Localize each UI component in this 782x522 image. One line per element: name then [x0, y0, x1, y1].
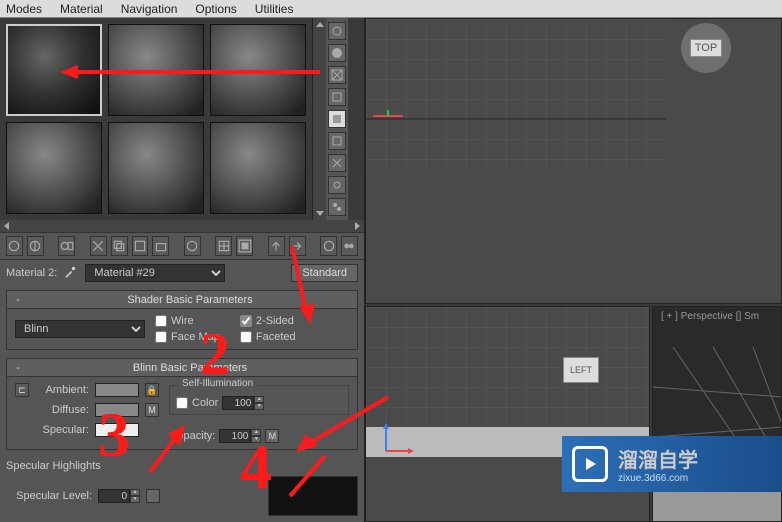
specular-highlights-title: Specular Highlights	[6, 460, 358, 472]
make-copy-icon[interactable]	[111, 236, 128, 256]
material-editor-panel: Material 2: Material #29 Standard - Shad…	[0, 18, 365, 522]
show-end-result-icon[interactable]	[236, 236, 253, 256]
diffuse-map-button[interactable]: M	[145, 403, 159, 417]
rollout-title: Shader Basic Parameters	[29, 294, 351, 306]
show-map-icon[interactable]	[215, 236, 232, 256]
menu-material[interactable]: Material	[60, 2, 103, 16]
self-illum-color-checkbox[interactable]: Color	[176, 397, 218, 409]
viewcube-left[interactable]: LEFT	[563, 357, 599, 383]
sample-slots	[0, 18, 312, 220]
material-map-browser-icon[interactable]	[341, 236, 358, 256]
faceted-checkbox[interactable]: Faceted	[240, 331, 296, 343]
menu-navigation[interactable]: Navigation	[121, 2, 178, 16]
material-name-row: Material 2: Material #29 Standard	[0, 260, 364, 286]
make-unique-icon[interactable]	[132, 236, 149, 256]
shader-basic-rollout: - Shader Basic Parameters Blinn Wire Fac…	[6, 290, 358, 350]
pick-material-icon[interactable]	[320, 236, 337, 256]
shader-type-dropdown[interactable]: Blinn	[15, 320, 145, 338]
specular-level-map-button[interactable]	[146, 489, 160, 503]
sample-vscroll[interactable]	[312, 18, 326, 220]
viewcube-top[interactable]: TOP	[681, 23, 731, 73]
rollout-header-blinn[interactable]: - Blinn Basic Parameters	[7, 359, 357, 377]
menu-utilities[interactable]: Utilities	[255, 2, 294, 16]
rollout-header-shader[interactable]: - Shader Basic Parameters	[7, 291, 357, 309]
sample-slot-4[interactable]	[6, 122, 102, 214]
material-slot-label: Material 2:	[6, 267, 57, 279]
sample-hscroll[interactable]	[0, 220, 364, 232]
sample-slot-1[interactable]	[6, 24, 102, 116]
go-to-parent-icon[interactable]	[268, 236, 285, 256]
opacity-spinner[interactable]: ▲▼	[219, 429, 261, 443]
opacity-label: Opacity:	[175, 430, 215, 442]
video-color-icon[interactable]	[328, 110, 346, 128]
self-illumination-group: Self-Illumination Color ▲▼	[169, 385, 349, 415]
specular-level-label: Specular Level:	[6, 490, 92, 502]
lock-icon[interactable]: 🔒	[145, 383, 159, 397]
rollout-title: Blinn Basic Parameters	[29, 362, 351, 374]
grid-icon	[366, 19, 666, 169]
backlight-icon[interactable]	[328, 44, 346, 62]
scroll-right-icon[interactable]	[355, 222, 360, 230]
sample-slot-3[interactable]	[210, 24, 306, 116]
collapse-icon[interactable]: -	[13, 294, 23, 306]
specular-highlights-group: Specular Highlights Specular Level: ▲▼	[6, 460, 358, 516]
menu-options[interactable]: Options	[195, 2, 236, 16]
material-id-icon[interactable]	[184, 236, 201, 256]
menu-bar[interactable]: Modes Material Navigation Options Utilit…	[0, 0, 782, 18]
material-map-nav-icon[interactable]	[328, 198, 346, 216]
self-illum-title: Self-Illumination	[178, 378, 257, 389]
self-illum-spinner[interactable]: ▲▼	[222, 396, 264, 410]
wire-checkbox[interactable]: Wire	[155, 315, 220, 327]
put-to-scene-icon[interactable]	[27, 236, 44, 256]
scroll-down-icon[interactable]	[316, 211, 324, 216]
diffuse-label: Diffuse:	[35, 404, 89, 416]
brand-url: zixue.3d66.com	[618, 473, 698, 484]
lock-ambient-diffuse-icon[interactable]: ⊏	[15, 383, 29, 397]
sample-slot-6[interactable]	[210, 122, 306, 214]
ambient-label: Ambient:	[35, 384, 89, 396]
ambient-swatch[interactable]	[95, 383, 139, 397]
brand-chinese: 溜溜自学	[618, 444, 698, 473]
collapse-icon[interactable]: -	[13, 362, 23, 374]
menu-modes[interactable]: Modes	[6, 2, 42, 16]
eyedropper-icon[interactable]	[63, 265, 79, 281]
select-by-material-icon[interactable]	[328, 176, 346, 194]
go-forward-icon[interactable]	[289, 236, 306, 256]
put-to-library-icon[interactable]	[152, 236, 169, 256]
two-sided-checkbox[interactable]: 2-Sided	[240, 315, 296, 327]
scroll-up-icon[interactable]	[316, 22, 324, 27]
specular-swatch[interactable]	[95, 423, 139, 437]
specular-level-spinner[interactable]: ▲▼	[98, 489, 140, 503]
background-icon[interactable]	[328, 66, 346, 84]
branding-overlay: 溜溜自学 zixue.3d66.com	[562, 436, 782, 492]
sample-uv-icon[interactable]	[328, 88, 346, 106]
axis-gizmo-icon	[376, 421, 416, 461]
options-icon[interactable]	[328, 154, 346, 172]
sample-slot-2[interactable]	[108, 24, 204, 116]
face-map-checkbox[interactable]: Face Map	[155, 331, 220, 343]
opacity-map-button[interactable]: M	[265, 429, 279, 443]
blinn-basic-rollout: - Blinn Basic Parameters ⊏ Ambient: 🔒 Di…	[6, 358, 358, 450]
get-material-icon[interactable]	[6, 236, 23, 256]
sample-slot-5[interactable]	[108, 122, 204, 214]
highlight-curve	[268, 476, 358, 516]
sample-type-icon[interactable]	[328, 22, 346, 40]
material-name-dropdown[interactable]: Material #29	[85, 264, 225, 282]
viewport-top[interactable]: TOP	[365, 18, 782, 304]
scroll-left-icon[interactable]	[4, 222, 9, 230]
material-type-button[interactable]: Standard	[291, 264, 358, 282]
specular-label: Specular:	[35, 424, 89, 436]
material-toolbar	[0, 232, 364, 260]
play-logo-icon	[572, 446, 608, 482]
diffuse-swatch[interactable]	[95, 403, 139, 417]
sample-sidebar	[326, 18, 348, 220]
assign-to-selection-icon[interactable]	[58, 236, 75, 256]
reset-map-icon[interactable]	[90, 236, 107, 256]
viewport-area: TOP LEFT [ + ] Perspective [] Sm	[365, 18, 782, 522]
make-preview-icon[interactable]	[328, 132, 346, 150]
